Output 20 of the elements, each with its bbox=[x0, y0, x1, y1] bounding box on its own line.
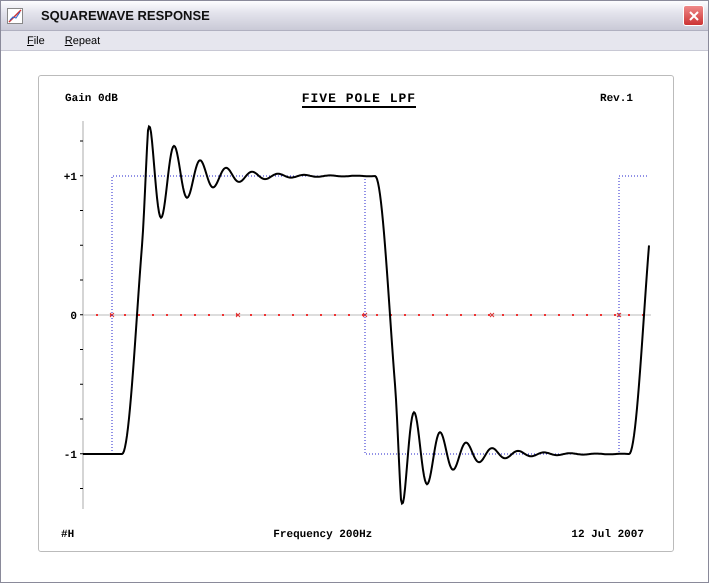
menu-item[interactable]: Repeat bbox=[64, 34, 100, 46]
date-label: 12 Jul 2007 bbox=[571, 529, 644, 541]
window-title: SQUAREWAVE RESPONSE bbox=[41, 8, 211, 23]
frequency-label: Frequency 200Hz bbox=[273, 529, 372, 541]
app-icon bbox=[7, 8, 23, 24]
cross-marker bbox=[362, 312, 368, 318]
close-button[interactable] bbox=[683, 5, 704, 26]
cross-marker bbox=[110, 312, 114, 318]
cross-marker bbox=[616, 312, 622, 318]
close-icon bbox=[688, 10, 700, 22]
gain-label: Gain 0dB bbox=[65, 93, 118, 105]
y-axis-label: +1 bbox=[64, 172, 77, 184]
y-axis-label: 0 bbox=[70, 311, 77, 323]
cross-marker bbox=[490, 312, 494, 318]
plot-title: FIVE POLE LPF bbox=[302, 90, 416, 108]
y-axis-label: -1 bbox=[64, 450, 77, 462]
footer-label: #H bbox=[61, 529, 74, 541]
revision-label: Rev.1 bbox=[600, 93, 633, 105]
menu-item[interactable]: File bbox=[27, 34, 45, 46]
cross-marker bbox=[236, 312, 240, 318]
